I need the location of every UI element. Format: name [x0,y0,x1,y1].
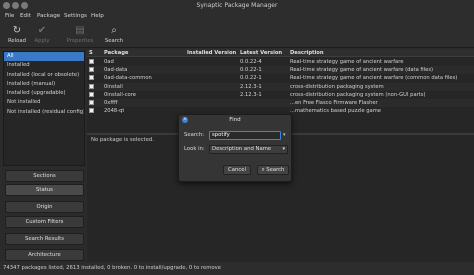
history-dropdown-icon[interactable]: ▾ [283,132,286,138]
package-description: Real-time strategy game of ancient warfa… [290,59,404,65]
status-checkbox[interactable] [89,91,94,97]
menu-help[interactable]: Help [91,13,104,19]
apply-button[interactable]: ✔ Apply [27,24,57,46]
filter-item-all[interactable]: All [4,52,84,62]
search-input[interactable]: spotify [209,131,281,140]
status-checkbox[interactable] [89,108,94,114]
package-name: 0xffff [104,100,118,106]
package-description: Real-time strategy game of ancient warfa… [290,75,458,82]
window-title: Synaptic Package Manager [196,2,278,9]
col-package-header[interactable]: Package [104,50,128,56]
col-status-header[interactable]: S [89,50,93,56]
properties-button[interactable]: ▤ Properties [62,24,98,46]
find-search-label: Search [266,167,285,173]
apply-label: Apply [34,38,50,44]
package-name: 0ad [104,59,114,65]
status-checkbox[interactable] [89,75,94,81]
find-dialog: × Find Search: spotify ▾ Look in: Descri… [178,114,292,182]
latest-version: 2.12.3-1 [240,83,262,90]
properties-icon: ▤ [75,25,85,36]
origin-button[interactable]: Origin [5,201,84,213]
title-bar: Synaptic Package Manager [0,0,474,11]
package-description: ...mathematics based puzzle game [290,108,381,115]
col-latest-header[interactable]: Latest Version [240,50,282,56]
lookin-value: Description and Name [212,146,272,152]
table-row[interactable]: 0xffff ...en Free Fiasco Firmware Flashe… [87,99,474,108]
chevron-down-icon: ▾ [282,146,285,152]
left-pane: All Installed Installed (local or obsole… [0,49,87,262]
search-label: Search [104,38,124,44]
table-row[interactable]: 0install 2.12.3-1 cross-distribution pac… [87,82,474,91]
properties-label: Properties [66,38,94,44]
search-button[interactable]: ⌕ Search [99,24,129,46]
lookin-label: Look in: [184,146,205,152]
filter-item-installed-upgradable[interactable]: Installed (upgradable) [4,89,84,98]
sections-button[interactable]: Sections [5,170,84,182]
cancel-button[interactable]: Cancel [223,165,251,175]
package-description: cross-distribution packaging system (non… [290,91,426,98]
latest-version: 0.0.22-1 [240,75,262,82]
package-description: Real-time strategy game of ancient warfa… [290,67,434,74]
apply-icon: ✔ [37,25,47,36]
architecture-button[interactable]: Architecture [5,249,84,261]
table-row[interactable]: 0install-core 2.12.3-1 cross-distributio… [87,91,474,99]
package-list-header: S Package Installed Version Latest Versi… [87,49,474,57]
filter-item-not-installed[interactable]: Not installed [4,98,84,107]
status-checkbox[interactable] [89,100,94,105]
package-name: 0ad-data [104,67,128,74]
col-installed-header[interactable]: Installed Version [187,50,236,56]
latest-version: 0.0.22-4 [240,59,262,65]
status-text: 74347 packages listed, 2613 installed, 0… [3,265,222,271]
table-row[interactable]: 0ad-data 0.0.22-1 Real-time strategy gam… [87,66,474,75]
menu-settings[interactable]: Settings [64,13,87,19]
filter-item-installed-manual[interactable]: Installed (manual) [4,80,84,89]
menu-package[interactable]: Package [37,13,60,19]
search-field-label: Search: [184,132,204,138]
filter-item-installed-local[interactable]: Installed (local or obsolete) [4,71,84,80]
latest-version: 0.0.22-1 [240,67,262,74]
menu-file[interactable]: File [5,13,14,19]
filter-list[interactable]: All Installed Installed (local or obsole… [3,51,85,166]
lookin-select[interactable]: Description and Name ▾ [209,145,288,154]
package-description: cross-distribution packaging system [290,83,384,90]
package-name: 0install [104,83,123,90]
status-checkbox[interactable] [89,83,94,89]
search-icon: ⌕ [111,25,117,36]
status-checkbox[interactable] [89,59,94,64]
package-name: 2048-qt [104,108,125,115]
filter-item-residual-config[interactable]: Not installed (residual config) [4,108,84,117]
table-row[interactable]: 0ad-data-common 0.0.22-1 Real-time strat… [87,74,474,82]
package-description: ...en Free Fiasco Firmware Flasher [290,100,378,106]
dialog-title: Find [229,117,241,123]
search-results-button[interactable]: Search Results [5,233,84,245]
description-text: No package is selected. [91,137,154,143]
find-search-button[interactable]: ⌕ Search [257,165,289,175]
menu-edit[interactable]: Edit [20,13,31,19]
menu-bar: File Edit Package Settings Help [0,11,474,22]
status-button[interactable]: Status [5,184,84,196]
toolbar: ↻ Reload ✔ Apply ▤ Properties ⌕ Search [0,22,474,48]
package-name: 0ad-data-common [104,75,152,82]
table-row[interactable]: 0ad 0.0.22-4 Real-time strategy game of … [87,58,474,66]
custom-filters-button[interactable]: Custom Filters [5,216,84,228]
col-description-header[interactable]: Description [290,50,324,56]
status-checkbox[interactable] [89,67,94,73]
latest-version: 2.12.3-1 [240,91,262,98]
package-name: 0install-core [104,91,136,98]
status-bar: 74347 packages listed, 2613 installed, 0… [0,262,474,275]
filter-item-installed[interactable]: Installed [4,61,84,70]
